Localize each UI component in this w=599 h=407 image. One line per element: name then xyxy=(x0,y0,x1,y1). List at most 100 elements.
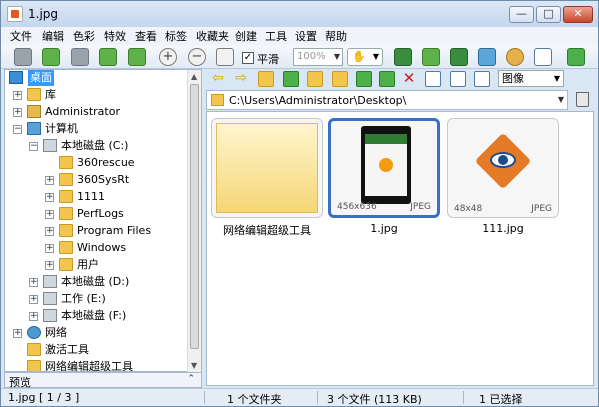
menu-view[interactable]: 查看 xyxy=(135,28,157,44)
back-icon[interactable]: ⇦ xyxy=(210,71,226,87)
forward-icon[interactable]: ⇨ xyxy=(233,71,249,87)
maximize-button[interactable]: □ xyxy=(536,6,561,23)
tree-label: 网络 xyxy=(45,326,67,339)
preview-pane-header[interactable]: 预览 ⌃ xyxy=(4,372,202,389)
status-file-index: 1.jpg [ 1 / 3 ] xyxy=(8,391,80,404)
move-to-icon[interactable] xyxy=(379,71,395,87)
address-path[interactable]: C:\Users\Administrator\Desktop\ xyxy=(229,94,406,107)
drive-icon xyxy=(43,275,57,288)
list-view-icon[interactable] xyxy=(474,71,490,87)
image-type: JPEG xyxy=(531,204,552,214)
expand-icon[interactable]: + xyxy=(45,244,54,253)
tree-label: 工作 (E:) xyxy=(61,292,106,305)
chevron-down-icon[interactable]: ▼ xyxy=(558,95,564,104)
scroll-up-icon[interactable]: ▲ xyxy=(191,72,197,81)
zoom-out-icon[interactable]: − xyxy=(188,48,206,66)
collapse-icon[interactable]: − xyxy=(29,142,38,151)
thumbnails-view-icon[interactable] xyxy=(425,71,441,87)
image-dimensions: 456x636 xyxy=(337,202,377,212)
desktop-icon xyxy=(9,71,23,84)
tree-label: 激活工具 xyxy=(45,343,89,356)
expand-icon[interactable]: + xyxy=(45,227,54,236)
new-folder-icon[interactable] xyxy=(332,71,348,87)
folder-icon xyxy=(59,207,73,220)
view-filter-select[interactable]: 图像 ▼ xyxy=(498,70,564,87)
expand-icon[interactable]: + xyxy=(45,193,54,202)
delete-icon[interactable]: ✕ xyxy=(401,71,417,87)
close-button[interactable]: ✕ xyxy=(563,6,593,23)
window-title: 1.jpg xyxy=(28,7,59,21)
menu-effects[interactable]: 特效 xyxy=(104,28,126,44)
zoom-select[interactable]: 100% ▼ xyxy=(293,48,343,66)
minimize-button[interactable]: — xyxy=(509,6,534,23)
view-filter-value: 图像 xyxy=(502,72,524,85)
properties-icon[interactable] xyxy=(478,48,496,66)
favorite-folder-icon[interactable] xyxy=(307,71,323,87)
menu-settings[interactable]: 设置 xyxy=(295,28,317,44)
open-icon[interactable] xyxy=(42,48,60,66)
folder-icon xyxy=(59,156,73,169)
address-bar[interactable]: C:\Users\Administrator\Desktop\ ▼ xyxy=(206,90,568,110)
previous-icon[interactable] xyxy=(99,48,117,66)
folder-icon xyxy=(59,241,73,254)
expand-icon[interactable]: + xyxy=(45,210,54,219)
fullscreen-icon[interactable] xyxy=(567,48,585,66)
folder-icon xyxy=(27,360,41,371)
menu-file[interactable]: 文件 xyxy=(10,28,32,44)
filmstrip-icon[interactable] xyxy=(394,48,412,66)
menu-edit[interactable]: 编辑 xyxy=(42,28,64,44)
trash-icon[interactable] xyxy=(576,92,589,107)
tree-label: 本地磁盘 (C:) xyxy=(61,139,129,152)
scrollbar-thumb[interactable] xyxy=(190,84,199,349)
expand-icon[interactable]: + xyxy=(13,91,22,100)
save-icon[interactable] xyxy=(71,48,89,66)
folder-icon xyxy=(59,224,73,237)
thumbnail-caption: 1.jpg xyxy=(370,222,398,235)
thumbnail-grid[interactable]: 网络编辑超级工具 456x636 JPEG 1.jpg 48x48 JPEG 1… xyxy=(206,111,594,386)
thumbnail-image[interactable]: 48x48 JPEG xyxy=(447,118,559,218)
status-divider xyxy=(204,391,205,404)
tree-label: 本地磁盘 (F:) xyxy=(61,309,127,322)
tree-label: 库 xyxy=(45,88,56,101)
scroll-down-icon[interactable]: ▼ xyxy=(191,361,197,370)
refresh-icon[interactable] xyxy=(283,71,299,87)
camera-icon[interactable] xyxy=(14,48,32,66)
copy-to-icon[interactable] xyxy=(356,71,372,87)
grid-view-icon[interactable] xyxy=(534,48,552,66)
menu-tags[interactable]: 标签 xyxy=(165,28,187,44)
fit-icon[interactable] xyxy=(216,48,234,66)
expand-icon[interactable]: + xyxy=(29,278,38,287)
title-bar[interactable]: 1.jpg — □ ✕ xyxy=(1,1,598,27)
next-icon[interactable] xyxy=(128,48,146,66)
collapse-icon[interactable]: − xyxy=(13,125,22,134)
details-view-icon[interactable] xyxy=(450,71,466,87)
chevron-up-icon[interactable]: ⌃ xyxy=(187,374,195,384)
up-folder-icon[interactable] xyxy=(258,71,274,87)
expand-icon[interactable]: + xyxy=(29,295,38,304)
menu-tools[interactable]: 工具 xyxy=(265,28,287,44)
menu-help[interactable]: 帮助 xyxy=(325,28,347,44)
status-folders: 1 个文件夹 xyxy=(227,393,282,406)
tree-scrollbar[interactable]: ▲ ▼ xyxy=(187,70,201,372)
tree-label: Windows xyxy=(77,241,127,254)
slideshow-icon[interactable] xyxy=(450,48,468,66)
menu-favorites[interactable]: 收藏夹 xyxy=(196,28,229,44)
thumbnail-folder[interactable] xyxy=(211,118,323,218)
folder-icon xyxy=(59,190,73,203)
tree-label: 360SysRt xyxy=(77,173,130,186)
expand-icon[interactable]: + xyxy=(45,176,54,185)
export-icon[interactable] xyxy=(422,48,440,66)
smooth-checkbox[interactable]: ✓ xyxy=(242,52,254,64)
user-icon[interactable] xyxy=(506,48,524,66)
expand-icon[interactable]: + xyxy=(29,312,38,321)
drive-icon xyxy=(43,309,57,322)
folder-tree[interactable]: 桌面 + 库 + Administrator − 计算机 − 本地磁盘 (C:)… xyxy=(4,69,202,372)
expand-icon[interactable]: + xyxy=(13,108,22,117)
menu-color[interactable]: 色彩 xyxy=(73,28,95,44)
expand-icon[interactable]: + xyxy=(45,261,54,270)
expand-icon[interactable]: + xyxy=(13,329,22,338)
zoom-in-icon[interactable]: + xyxy=(159,48,177,66)
hand-tool-button[interactable]: ✋ ▼ xyxy=(347,48,383,66)
thumbnail-image[interactable]: 456x636 JPEG xyxy=(328,118,440,218)
menu-create[interactable]: 创建 xyxy=(235,28,257,44)
